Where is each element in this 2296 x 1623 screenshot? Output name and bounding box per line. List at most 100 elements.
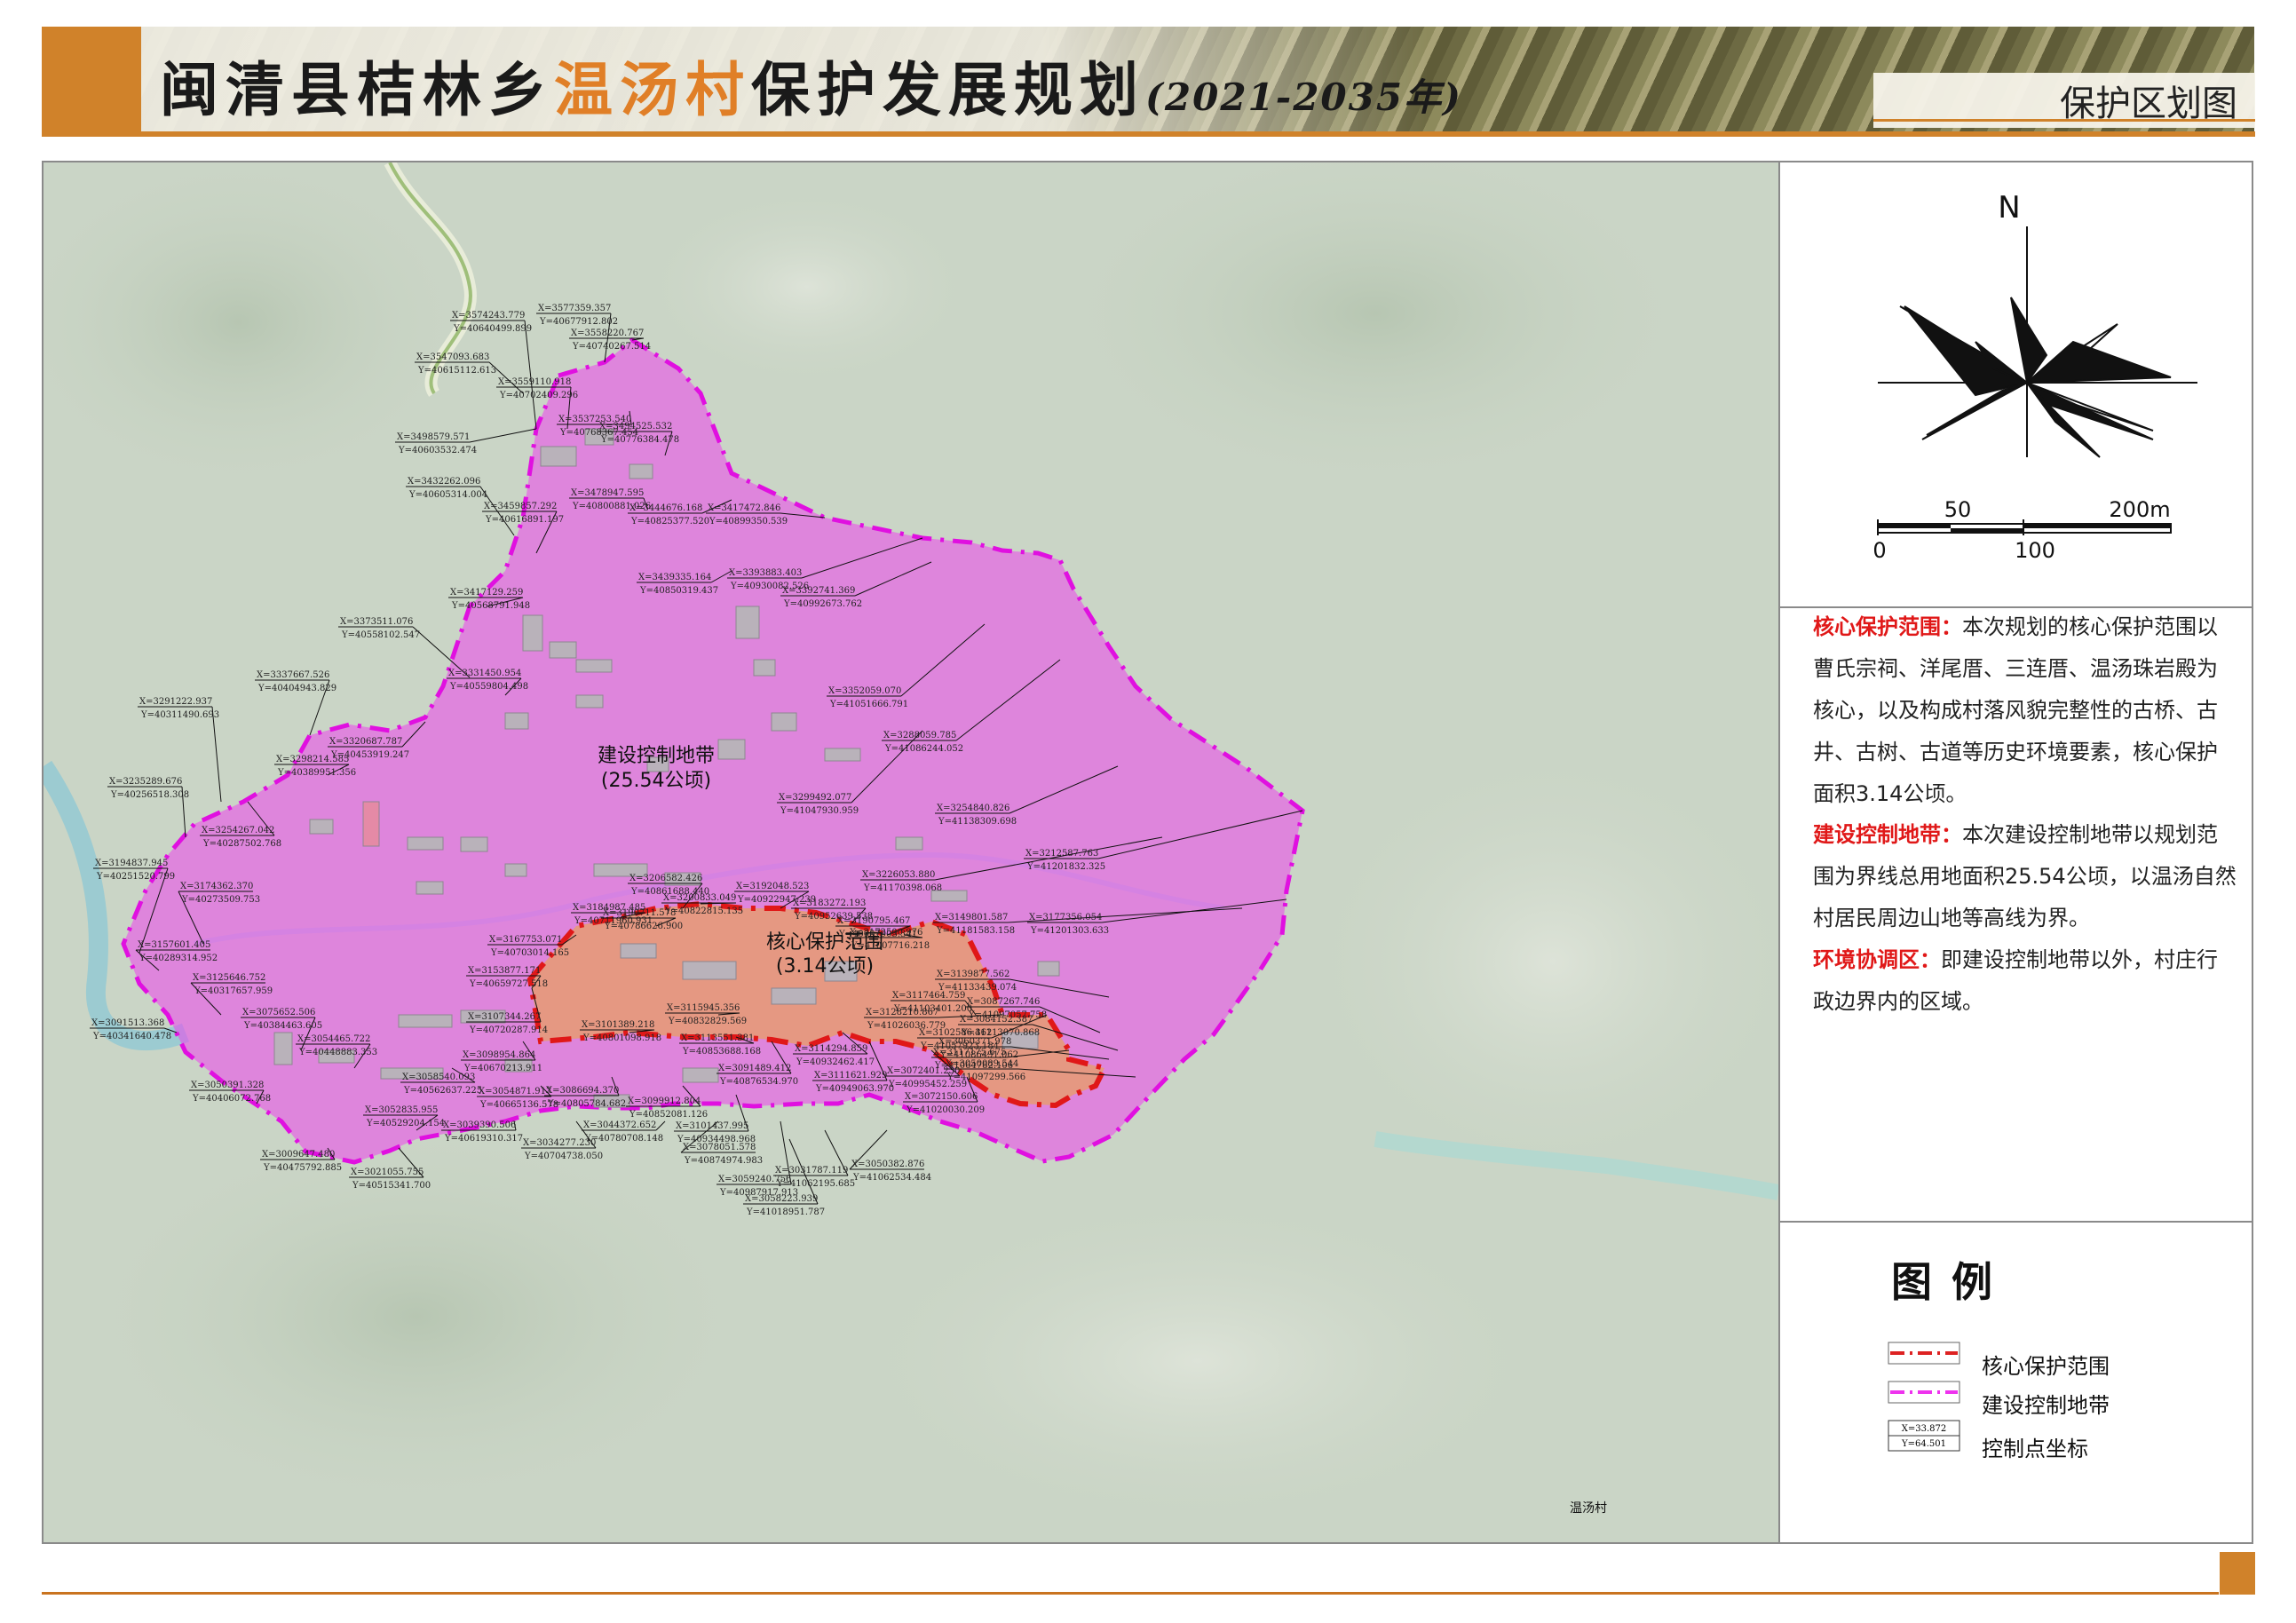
description-core-key: 核心保护范围： — [1813, 614, 1962, 639]
control-point-x: X=3174362.370 — [180, 882, 253, 891]
control-point-x: X=3417472.846 — [708, 503, 780, 513]
control-point-x: X=3107344.267 — [468, 1012, 541, 1022]
control-point-x: X=3149801.587 — [935, 913, 1008, 922]
control-point-x: X=3459857.292 — [484, 502, 557, 511]
control-point-y: Y=40558102.547 — [341, 630, 420, 640]
control-point-x: X=3190711.578 — [603, 908, 676, 918]
control-point-y: Y=40740267.514 — [572, 342, 651, 352]
control-point-x: X=3101437.995 — [676, 1121, 748, 1131]
description-environment-key: 环境协调区： — [1813, 947, 1941, 972]
legend-sample-x: X=33.872 — [1902, 1424, 1947, 1434]
control-point-x: X=3114294.859 — [795, 1044, 867, 1054]
page-subtitle: 保护区划图 — [2060, 83, 2237, 124]
control-point-y: Y=40659727.518 — [469, 979, 548, 989]
control-point-y: Y=40720287.914 — [469, 1025, 548, 1035]
construction-zone-area: (25.54公顷) — [601, 770, 711, 792]
control-point-x: X=3254267.042 — [202, 826, 274, 835]
control-point-y: Y=40853688.168 — [682, 1047, 761, 1057]
control-point-x: X=3111621.929 — [814, 1071, 887, 1081]
control-point-y: Y=40475792.885 — [263, 1163, 342, 1173]
control-point-x: X=3183272.193 — [793, 899, 866, 908]
control-point-x: X=3050382.876 — [851, 1160, 924, 1169]
control-point-x: X=3128210.867 — [866, 1008, 938, 1017]
control-point-x: X=3417129.259 — [450, 588, 523, 598]
control-point-x: X=3235289.676 — [109, 777, 182, 787]
control-point-y: Y=40616891.197 — [485, 515, 564, 525]
title-highlight: 温汤村 — [554, 55, 751, 124]
description-core-text: 本次规划的核心保护范围以曹氏宗祠、洋尾厝、三连厝、温汤珠岩殿为核心，以及构成村落… — [1813, 614, 2218, 806]
control-point-y: Y=40832829.569 — [668, 1017, 747, 1026]
control-point-y: Y=40677912.802 — [539, 317, 618, 327]
control-point-x: X=3044372.652 — [583, 1120, 656, 1130]
control-point-y: Y=40389951.356 — [277, 768, 356, 778]
control-point-y: Y=40702409.296 — [499, 391, 578, 400]
control-point-x: X=3031787.119 — [775, 1166, 848, 1176]
control-point-y: Y=41181583.158 — [936, 926, 1015, 936]
control-point-x: X=3320687.787 — [329, 737, 402, 747]
terrain-hill — [79, 1121, 754, 1512]
control-point-x: X=3392741.369 — [782, 586, 855, 596]
control-point-y: Y=40825377.520 — [630, 517, 709, 526]
legend-control-point-label: 控制点坐标 — [1982, 1437, 2088, 1461]
control-point-y: Y=41007716.218 — [851, 941, 930, 951]
control-point-y: Y=40287502.768 — [202, 839, 281, 849]
control-point-y: Y=40619310.317 — [444, 1134, 523, 1144]
control-point-y: Y=40529204.154 — [366, 1119, 445, 1128]
control-point-x: X=3139877.562 — [937, 970, 1009, 979]
compass-rose — [1878, 226, 2197, 458]
control-point-y: Y=40273509.753 — [181, 895, 260, 905]
control-point-x: X=3050391.328 — [191, 1081, 264, 1090]
control-point-y: Y=40703014.165 — [490, 948, 569, 958]
control-point-x: X=3432262.096 — [408, 477, 480, 487]
control-point-x: X=3172500.976 — [850, 928, 922, 938]
control-point-x: X=3494525.532 — [599, 422, 672, 431]
title-prefix: 闽清县桔林乡 — [160, 55, 554, 124]
control-point-y: Y=41201303.633 — [1030, 926, 1109, 936]
footer-rule — [42, 1592, 2219, 1595]
control-point-y: Y=40704738.050 — [524, 1152, 603, 1161]
control-point-y: Y=40256518.308 — [110, 790, 189, 800]
title-suffix: 保护发展规划 — [751, 55, 1145, 124]
control-point-x: X=3167753.071 — [489, 935, 562, 945]
control-point-x: X=3039390.506 — [443, 1120, 516, 1130]
description-environment: 环境协调区：即建设控制地带以外，村庄行政边界内的区域。 — [1813, 939, 2237, 1023]
control-point-y: Y=41138309.698 — [938, 817, 1017, 827]
control-point-x: X=3498579.571 — [397, 432, 470, 442]
title-years: (2021-2035年) — [1145, 75, 1462, 119]
map-canvas: 建设控制地带 (25.54公顷) 核心保护范围 (3.14公顷) 温汤村 X=3… — [44, 162, 1778, 1542]
control-point-y: Y=40852081.126 — [629, 1110, 708, 1120]
control-point-x: X=3298214.585 — [276, 755, 349, 764]
control-point-x: X=3099912.804 — [628, 1097, 701, 1106]
control-point-x: X=3352059.070 — [828, 686, 901, 696]
control-point-x: X=3125646.752 — [193, 973, 265, 983]
control-point-x: X=3299492.077 — [779, 793, 851, 803]
control-point-x: X=3206582.426 — [629, 874, 702, 883]
control-point-x: X=3337667.526 — [257, 670, 329, 680]
control-point-x: X=3087267.746 — [967, 997, 1040, 1007]
control-point-x: X=3091489.412 — [718, 1064, 791, 1073]
control-point-x: X=3444676.168 — [629, 503, 702, 513]
control-point-y: Y=40603532.474 — [398, 446, 477, 455]
control-point-y: Y=40640499.899 — [453, 324, 532, 334]
control-point-y: Y=40341640.478 — [92, 1032, 171, 1041]
control-point-x: X=3117464.759 — [892, 991, 965, 1001]
control-point-x: X=3058540.093 — [402, 1073, 475, 1082]
control-point-y: Y=40949063.970 — [815, 1084, 894, 1094]
control-point-x: X=3192048.523 — [736, 882, 809, 891]
satellite-map[interactable]: 建设控制地带 (25.54公顷) 核心保护范围 (3.14公顷) 温汤村 X=3… — [44, 162, 1778, 1542]
control-point-y: Y=40776384.478 — [600, 435, 679, 445]
control-point-x: X=3009647.480 — [262, 1150, 335, 1160]
control-point-x: X=3254840.826 — [937, 804, 1009, 813]
footer-accent-block — [2220, 1552, 2255, 1595]
control-point-x: X=3558220.767 — [571, 329, 644, 338]
scale-label-0: 0 — [1872, 538, 1886, 563]
control-point-x: X=3478947.595 — [571, 488, 644, 498]
control-point-x: X=3177356.054 — [1029, 913, 1102, 922]
control-point-x: X=3021055.755 — [351, 1168, 424, 1177]
control-point-y: Y=41047930.959 — [780, 806, 859, 816]
control-point-x: X=3212587.763 — [1025, 849, 1098, 859]
control-point-y: Y=41086244.052 — [884, 744, 963, 754]
control-point-y: Y=40448883.353 — [298, 1048, 377, 1057]
control-point-x: X=3101389.218 — [582, 1020, 654, 1030]
control-point-x: X=3439335.164 — [638, 573, 711, 582]
